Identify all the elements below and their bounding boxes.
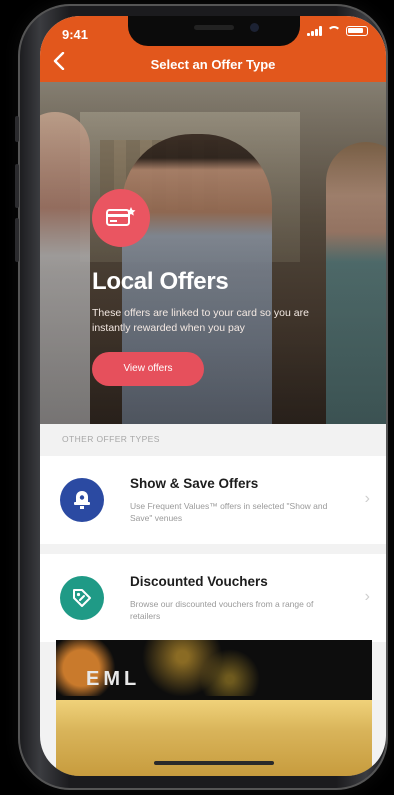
show-save-offers-item[interactable]: Show & Save Offers Use Frequent Values™ … <box>40 456 386 544</box>
eml-logo: EML <box>86 668 141 690</box>
status-time: 9:41 <box>62 27 89 42</box>
wifi-icon <box>327 26 341 36</box>
chevron-right-icon: › <box>364 490 370 507</box>
view-offers-button[interactable]: View offers <box>92 352 204 386</box>
card-offer-icon <box>92 189 150 247</box>
signal-icon <box>307 26 322 36</box>
show-save-description: Use Frequent Values™ offers in selected … <box>130 501 328 523</box>
hero-description: These offers are linked to your card so … <box>92 307 309 334</box>
show-save-title: Show & Save Offers <box>130 476 259 491</box>
eml-promo-banner[interactable]: EML <box>56 640 372 776</box>
app-screen: 9:41 Select an Offer Type Local Offers T… <box>40 16 386 776</box>
status-icons <box>307 26 368 36</box>
voucher-tag-icon <box>60 576 104 620</box>
chevron-right-icon: › <box>364 588 370 605</box>
show-save-icon <box>60 478 104 522</box>
discounted-vouchers-description: Browse our discounted vouchers from a ra… <box>130 599 314 621</box>
discounted-vouchers-title: Discounted Vouchers <box>130 574 268 589</box>
local-offers-hero[interactable]: Local Offers These offers are linked to … <box>40 82 386 424</box>
volume-down-button <box>15 218 19 262</box>
volume-up-button <box>15 164 19 208</box>
hero-title: Local Offers <box>92 268 229 295</box>
battery-icon <box>346 26 368 36</box>
speaker-grille <box>194 25 234 30</box>
section-label: OTHER OFFER TYPES <box>62 434 160 444</box>
mute-switch <box>15 116 19 142</box>
home-indicator[interactable] <box>154 761 274 765</box>
discounted-vouchers-item[interactable]: Discounted Vouchers Browse our discounte… <box>40 554 386 642</box>
device-notch <box>128 16 300 46</box>
page-title: Select an Offer Type <box>150 57 276 72</box>
front-camera <box>250 23 259 32</box>
